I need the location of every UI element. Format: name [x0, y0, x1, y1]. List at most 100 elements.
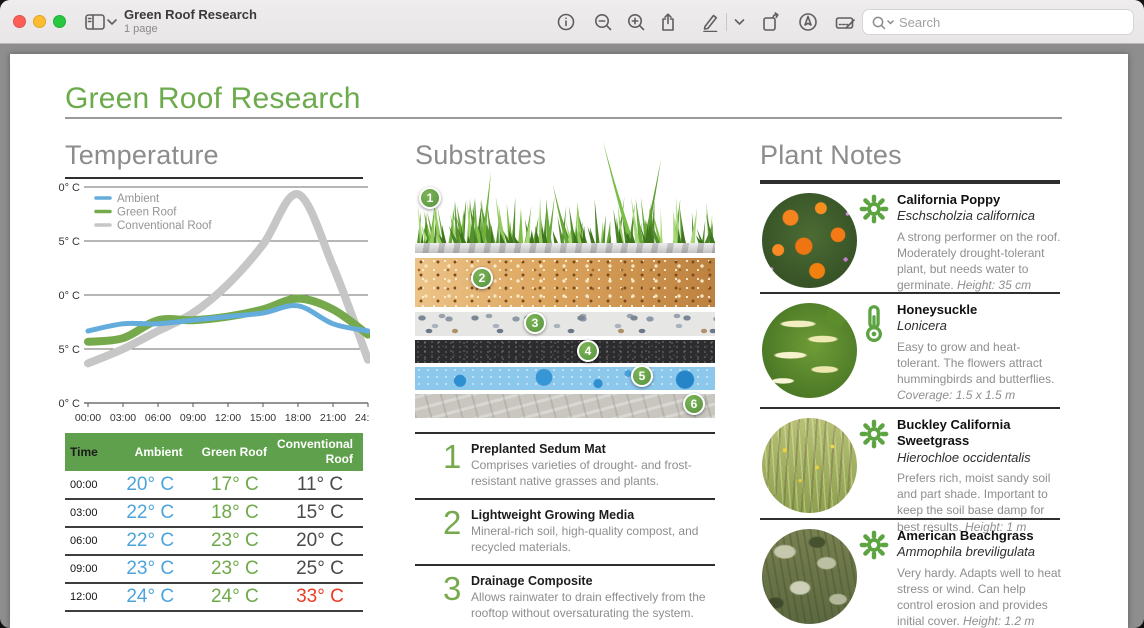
plant-latin-name: Ammophila breviligulata: [897, 544, 1062, 560]
svg-text:00:00: 00:00: [75, 412, 101, 424]
sun-icon: [858, 530, 890, 570]
cell-time: 03:00: [65, 499, 108, 527]
sidebar-chevron-icon: [106, 18, 118, 26]
svg-text:Ambient: Ambient: [117, 193, 160, 205]
cell-time: 09:00: [65, 555, 108, 583]
table-row: 06:00 22° C 23° C 20° C: [65, 527, 363, 555]
plant-name: American Beachgrass: [897, 528, 1062, 544]
layer-badge-4: 4: [577, 340, 599, 362]
plant-entry: Honeysuckle Lonicera Easy to grow and he…: [760, 292, 1060, 407]
plant-description: A strong performer on the roof. Moderate…: [897, 229, 1062, 294]
info-icon: [556, 12, 576, 32]
plant-entry: American Beachgrass Ammophila breviligul…: [760, 518, 1060, 628]
thermometer-icon: [858, 304, 890, 344]
markup-pen-icon: [700, 12, 720, 32]
document-content: Green Roof Research Temperature 0° C15° …: [0, 0, 1144, 628]
plant-text: California Poppy Eschscholzia californic…: [897, 192, 1062, 294]
roof-deck-layer: [415, 394, 715, 418]
close-button[interactable]: [13, 15, 26, 28]
substrate-number: 3: [443, 572, 461, 605]
zoom-in-button[interactable]: [621, 7, 651, 37]
minimize-button[interactable]: [33, 15, 46, 28]
rotate-button[interactable]: [756, 7, 786, 37]
zoom-out-button[interactable]: [588, 7, 618, 37]
plant-entry: California Poppy Eschscholzia californic…: [760, 182, 1060, 292]
zoom-button[interactable]: [53, 15, 66, 28]
temperature-divider: [65, 177, 363, 179]
svg-text:21:00: 21:00: [320, 412, 346, 424]
plant-description: Easy to grow and heat-tolerant. The flow…: [897, 339, 1062, 404]
substrate-title: Drainage Composite: [471, 573, 715, 589]
annotate-button[interactable]: [793, 7, 823, 37]
svg-text:03:00: 03:00: [110, 412, 136, 424]
svg-text:45° C: 45° C: [58, 236, 80, 248]
cell-ambient: 22° C: [108, 527, 193, 555]
share-icon: [658, 12, 678, 32]
markup-button[interactable]: [695, 7, 725, 37]
plant-text: American Beachgrass Ammophila breviligul…: [897, 528, 1062, 628]
col-header-time: Time: [65, 433, 108, 471]
info-button[interactable]: [551, 7, 581, 37]
sun-icon: [858, 419, 890, 459]
signature-button[interactable]: [830, 7, 860, 37]
svg-text:15:00: 15:00: [250, 412, 276, 424]
sedum-mat-base: [415, 243, 715, 253]
beachgrass-photo: [762, 529, 857, 624]
temperature-table: Time Ambient Green Roof Conventional Roo…: [65, 433, 363, 612]
annotate-pen-icon: [797, 11, 819, 33]
cell-ambient: 24° C: [108, 583, 193, 611]
substrate-item: 2 Lightweight Growing Media Mineral-rich…: [415, 498, 715, 564]
preview-window: Green Roof Research 1 page: [0, 0, 1144, 628]
svg-text:Green Roof: Green Roof: [117, 207, 177, 219]
cell-green: 17° C: [193, 471, 277, 499]
plant-metric: Height: 35 cm: [957, 278, 1031, 292]
sidebar-menu-button[interactable]: [103, 7, 121, 37]
svg-text:0° C: 0° C: [58, 398, 80, 410]
california-poppy-photo: [762, 193, 857, 288]
substrate-item: 3 Drainage Composite Allows rainwater to…: [415, 564, 715, 628]
cell-time: 12:00: [65, 583, 108, 611]
plant-body-text: Easy to grow and heat-tolerant. The flow…: [897, 340, 1054, 387]
sun-icon: [858, 194, 890, 234]
svg-text:30° C: 30° C: [58, 290, 80, 302]
plant-latin-name: Eschscholzia californica: [897, 208, 1062, 224]
cell-ambient: 20° C: [108, 471, 193, 499]
plant-latin-name: Lonicera: [897, 318, 1062, 334]
plant-name: California Poppy: [897, 192, 1062, 208]
cell-conventional: 20° C: [277, 527, 363, 555]
cell-time: 06:00: [65, 527, 108, 555]
substrate-description: Allows rainwater to drain effectively fr…: [471, 590, 715, 622]
layer-badge-1: 1: [419, 187, 441, 209]
plant-name: Honeysuckle: [897, 302, 1062, 318]
markup-menu-button[interactable]: [731, 7, 747, 37]
substrate-description: Comprises varieties of drought- and fros…: [471, 458, 715, 490]
growing-media-layer: [415, 258, 715, 307]
cell-time: 00:00: [65, 471, 108, 499]
plant-list: California Poppy Eschscholzia californic…: [760, 182, 1060, 628]
grass-layer-illustration: [415, 140, 715, 243]
cell-ambient: 23° C: [108, 555, 193, 583]
layer-badge-2: 2: [471, 267, 493, 289]
svg-text:15° C: 15° C: [58, 344, 80, 356]
cell-ambient: 22° C: [108, 499, 193, 527]
search-input[interactable]: [897, 11, 1127, 33]
svg-text:06:00: 06:00: [145, 412, 171, 424]
substrate-item: 1 Preplanted Sedum Mat Comprises varieti…: [415, 432, 715, 498]
svg-text:60° C: 60° C: [58, 182, 80, 194]
plant-name: Buckley California Sweetgrass: [897, 417, 1062, 450]
plant-metric: Height: 1.2 m: [963, 614, 1034, 628]
titlebar: Green Roof Research 1 page: [0, 0, 1144, 44]
rotate-icon: [760, 12, 782, 32]
search-icon: [871, 15, 895, 31]
markup-chevron-icon: [734, 18, 745, 26]
search-field: [862, 9, 1134, 35]
cell-green: 18° C: [193, 499, 277, 527]
zoom-in-icon: [626, 12, 646, 32]
share-button[interactable]: [653, 7, 683, 37]
plant-description: Very hardy. Adapts well to heat stress o…: [897, 565, 1062, 628]
col-header-green-roof: Green Roof: [193, 433, 277, 471]
table-row: 00:00 20° C 17° C 11° C: [65, 471, 363, 499]
window-title-block: Green Roof Research 1 page: [124, 6, 257, 36]
temperature-chart: 0° C15° C30° C45° C60° C00:0003:0006:000…: [58, 180, 370, 428]
layer-badge-6: 6: [683, 393, 705, 415]
